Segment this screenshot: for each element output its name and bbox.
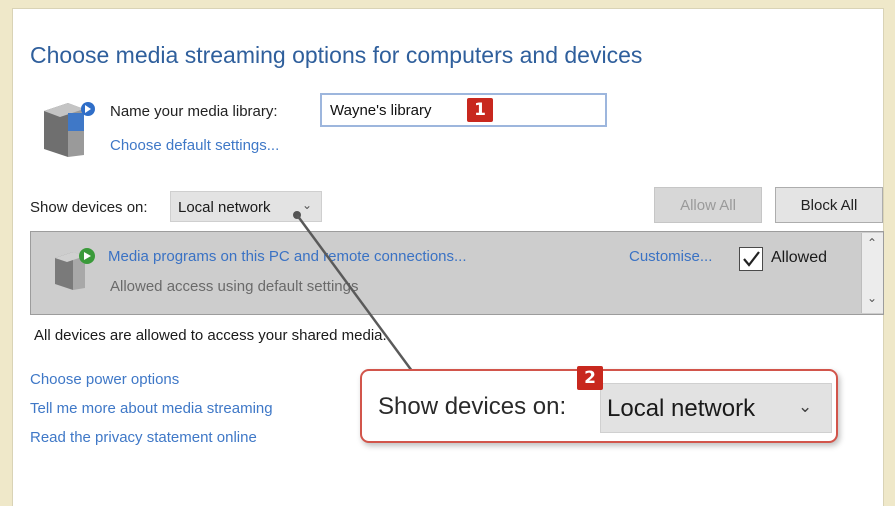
- zoom-show-devices-label: Show devices on:: [378, 393, 567, 420]
- chevron-down-icon: ⌄: [798, 397, 813, 416]
- power-options-link[interactable]: Choose power options: [30, 371, 179, 388]
- media-library-icon: [38, 95, 98, 163]
- block-all-button[interactable]: Block All: [775, 187, 883, 223]
- list-scrollbar[interactable]: ⌃ ⌄: [861, 233, 883, 313]
- network-select-value: Local network: [178, 199, 271, 216]
- device-name-link[interactable]: Media programs on this PC and remote con…: [108, 248, 467, 265]
- page-title: Choose media streaming options for compu…: [30, 42, 643, 68]
- library-name-input[interactable]: [320, 93, 607, 127]
- allowed-checkbox[interactable]: [739, 247, 763, 271]
- library-name-label: Name your media library:: [110, 103, 278, 120]
- network-select[interactable]: Local network ⌄: [170, 191, 322, 222]
- allow-all-button[interactable]: Allow All: [654, 187, 762, 223]
- media-streaming-info-link[interactable]: Tell me more about media streaming: [30, 400, 273, 417]
- step-badge-1: 1: [467, 98, 493, 122]
- scroll-up-icon[interactable]: ⌃: [867, 236, 877, 250]
- zoom-network-select[interactable]: Local network ⌄: [600, 383, 832, 433]
- customise-link[interactable]: Customise...: [629, 248, 712, 265]
- device-status: Allowed access using default settings: [110, 278, 359, 295]
- privacy-statement-link[interactable]: Read the privacy statement online: [30, 429, 257, 446]
- zoom-network-select-value: Local network: [607, 395, 756, 422]
- show-devices-label: Show devices on:: [30, 199, 148, 216]
- chevron-down-icon: ⌄: [302, 198, 313, 212]
- device-list: Media programs on this PC and remote con…: [30, 231, 884, 315]
- step-badge-2: 2: [577, 366, 603, 390]
- scroll-down-icon[interactable]: ⌄: [867, 291, 877, 305]
- default-settings-link[interactable]: Choose default settings...: [110, 137, 279, 154]
- allowed-label: Allowed: [771, 249, 828, 266]
- checkmark-icon: [743, 251, 760, 267]
- media-device-icon: [51, 244, 97, 296]
- sharing-summary: All devices are allowed to access your s…: [34, 327, 387, 344]
